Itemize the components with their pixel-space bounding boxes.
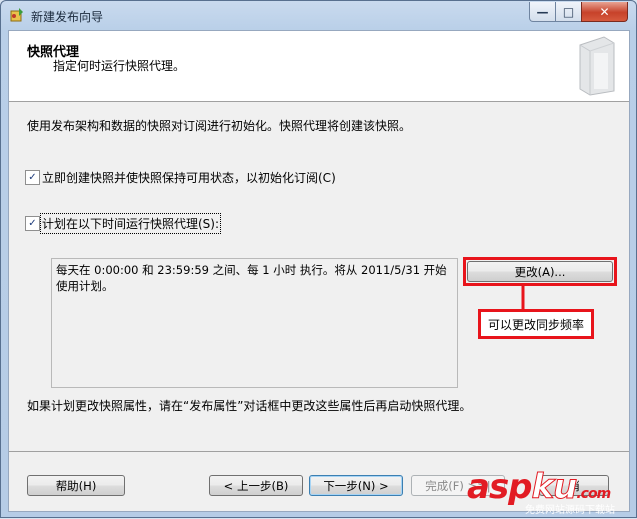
create-snapshot-label[interactable]: 立即创建快照并使快照保持可用状态，以初始化订阅(C) — [42, 169, 336, 186]
wizard-header-graphic-icon — [579, 36, 615, 96]
page-subtitle: 指定何时运行快照代理。 — [53, 59, 186, 73]
footer-divider — [9, 451, 629, 452]
wizard-content: 快照代理 指定何时运行快照代理。 使用发布架构和数据的快照对订阅进行初始化。快照… — [8, 30, 630, 512]
site-watermark: aspku.com 免费网站源码下载站 — [467, 467, 637, 519]
window-title: 新建发布向导 — [31, 10, 104, 24]
title-bar[interactable]: 新建发布向导 — □ ✕ — [1, 1, 636, 29]
schedule-snapshot-checkbox[interactable]: ✓ — [25, 216, 40, 231]
wizard-app-icon — [10, 8, 23, 22]
note-text: 如果计划更改快照属性，请在“发布属性”对话框中更改这些属性后再启动快照代理。 — [27, 399, 472, 413]
minimize-button[interactable]: — — [529, 2, 556, 22]
close-button[interactable]: ✕ — [581, 2, 628, 22]
back-button[interactable]: < 上一步(B) — [209, 475, 303, 496]
help-button[interactable]: 帮助(H) — [27, 475, 125, 496]
watermark-subtitle: 免费网站源码下载站 — [525, 505, 615, 516]
wizard-window: 新建发布向导 — □ ✕ 快照代理 指定何时运行快照代理。 使用发布架构和数据的… — [0, 0, 637, 518]
highlight-frame — [463, 257, 617, 286]
next-button[interactable]: 下一步(N) > — [309, 475, 403, 496]
page-description: 使用发布架构和数据的快照对订阅进行初始化。快照代理将创建该快照。 — [27, 119, 412, 133]
schedule-description-box: 每天在 0:00:00 和 23:59:59 之间、每 1 小时 执行。将从 2… — [51, 258, 458, 388]
schedule-description-text: 每天在 0:00:00 和 23:59:59 之间、每 1 小时 执行。将从 2… — [56, 263, 447, 293]
page-header: 快照代理 指定何时运行快照代理。 — [9, 31, 629, 102]
annotation-callout: 可以更改同步频率 — [478, 309, 594, 339]
schedule-snapshot-label[interactable]: 计划在以下时间运行快照代理(S): — [39, 213, 222, 234]
create-snapshot-checkbox[interactable]: ✓ — [25, 170, 40, 185]
maximize-button[interactable]: □ — [555, 2, 582, 22]
